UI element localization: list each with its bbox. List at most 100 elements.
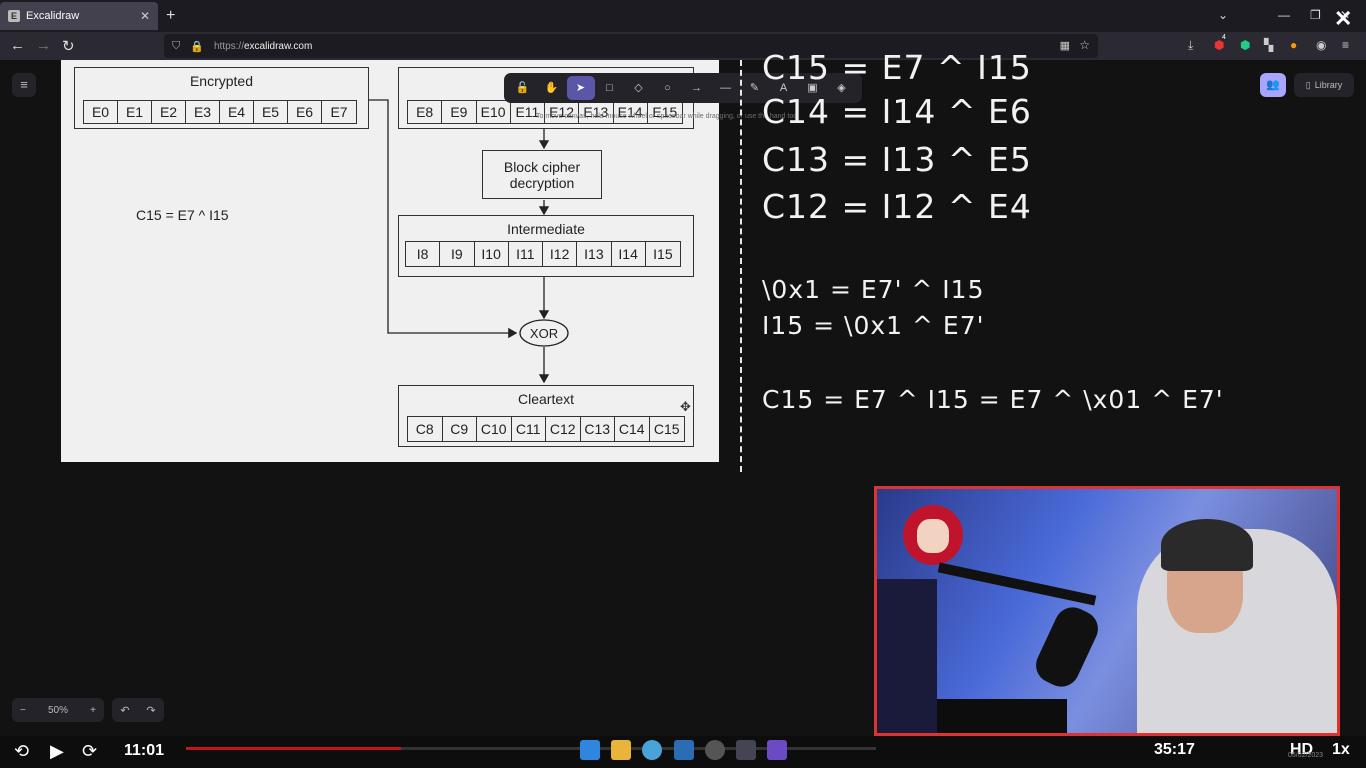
diagram-cell: C11 [512, 417, 546, 441]
close-player-icon[interactable]: ✕ [1334, 6, 1352, 32]
extension-badge: 4 [1222, 34, 1226, 41]
url-text: https://excalidraw.com [213, 40, 313, 52]
zoom-in-button[interactable]: + [90, 705, 96, 716]
move-cursor-icon: ✥ [680, 399, 691, 414]
excalidraw-canvas[interactable]: Encrypted E0 E1 E2 E3 E4 E5 E6 E7 E8 E9 E10 E11 E12… [0, 48, 1366, 736]
diagram-cell: I13 [577, 242, 612, 266]
encrypted-block-1: Encrypted E0 E1 E2 E3 E4 E5 E6 E7 [74, 67, 369, 129]
diagram-cell: E8 [408, 101, 443, 123]
app-taskbar-icon[interactable] [705, 740, 725, 760]
hand-icon[interactable]: ✋ [538, 76, 566, 100]
diagram-cell: E5 [254, 101, 288, 123]
play-button[interactable]: ▶ [50, 741, 64, 762]
intermediate-block: Intermediate I8 I9 I10 I11 I12 I13 I14 I15 [398, 215, 694, 277]
rectangle-icon[interactable]: □ [596, 76, 624, 100]
diagram-cell: C14 [615, 417, 650, 441]
encrypted-cells-row-2: E8 E9 E10 E11 E12 E13 E14 E15 [407, 100, 683, 124]
excalidraw-favicon-icon: E [8, 10, 20, 22]
equation-line-1[interactable]: C15 = E7 ^ I15 [762, 48, 1032, 87]
intermediate-cells-row: I8 I9 I10 I11 I12 I13 I14 I15 [405, 241, 681, 267]
diagram-cell: E7 [330, 104, 348, 120]
lock-icon[interactable]: 🔓 [509, 76, 537, 100]
equation-line-2[interactable]: C14 = I14 ^ E6 [762, 92, 1032, 131]
encrypted-label: Encrypted [189, 73, 254, 89]
streamer-logo-icon [903, 505, 963, 565]
rewind-10-button[interactable]: ⟲ [14, 741, 29, 762]
equation-line-4[interactable]: C12 = I12 ^ E4 [762, 187, 1032, 226]
undo-redo-controls: ↶ ↷ [112, 698, 164, 722]
collaborate-button[interactable]: 👥 [1260, 73, 1286, 97]
library-button[interactable]: ▯ Library [1294, 73, 1354, 97]
windows-start-icon[interactable] [580, 740, 600, 760]
obsidian-taskbar-icon[interactable] [767, 740, 787, 760]
diagram-cell: E1 [118, 101, 152, 123]
equation-line-7[interactable]: C15 = E7 ^ I15 = E7 ^ \x01 ^ E7' [762, 385, 1224, 414]
file-explorer-icon[interactable] [611, 740, 631, 760]
diamond-icon[interactable]: ◇ [625, 76, 653, 100]
diagram-cell: C15 [653, 421, 680, 437]
dashed-divider-line[interactable] [740, 60, 742, 472]
main-menu-button[interactable]: ≡ [12, 73, 36, 97]
forward-10-button[interactable]: ⟳ [82, 741, 97, 762]
ellipse-icon[interactable]: ○ [654, 76, 682, 100]
redo-button[interactable]: ↷ [146, 704, 155, 717]
downloads-icon[interactable]: ⤓ [1188, 38, 1193, 53]
cleartext-block: Cleartext C8 C9 C10 C11 C12 C13 C14 C15 [398, 385, 694, 447]
equation-line-5[interactable]: \0x1 = E7' ^ I15 [762, 275, 984, 304]
total-time: 35:17 [1154, 741, 1195, 758]
extension-icon[interactable]: ● [1290, 38, 1297, 52]
virtualbox-icon[interactable] [674, 740, 694, 760]
equation-line-3[interactable]: C13 = I13 ^ E5 [762, 140, 1032, 179]
restore-button[interactable]: ❐ [1310, 8, 1321, 22]
xor-label: XOR [529, 326, 559, 341]
account-icon[interactable]: ◉ [1316, 38, 1326, 52]
line-icon[interactable]: — [712, 76, 740, 100]
zoom-level[interactable]: 50% [48, 705, 68, 716]
forward-button[interactable]: → [36, 37, 51, 54]
webcam-monitor [877, 579, 937, 733]
diagram-cell: E3 [186, 101, 220, 123]
menu-icon[interactable]: ≡ [1342, 38, 1349, 52]
selection-icon[interactable]: ➤ [566, 76, 595, 100]
canvas-hint: To move canvas, hold mouse wheel or spac… [536, 113, 799, 120]
tab-title: Excalidraw [26, 10, 80, 22]
diagram-cell: E2 [152, 101, 186, 123]
library-icon: ▯ [1305, 79, 1311, 90]
settings-taskbar-icon[interactable] [736, 740, 756, 760]
cbc-decryption-diagram[interactable]: Encrypted E0 E1 E2 E3 E4 E5 E6 E7 E8 E9 E10 E11 E12… [61, 60, 719, 462]
zoom-out-button[interactable]: − [20, 705, 26, 716]
qr-code-icon[interactable]: ▦ [1060, 39, 1070, 52]
zoom-controls: − 50% + [12, 698, 104, 722]
extensions-icon[interactable]: ▚ [1264, 38, 1273, 52]
browser-toolbar: ← → ↻ ⛉ 🔒 https://excalidraw.com ▦ ☆ ⤓ ⬢… [0, 32, 1366, 60]
system-date: 05/02/2023 [1288, 752, 1324, 759]
diagram-cell: E9 [442, 101, 477, 123]
reload-button[interactable]: ↻ [62, 37, 75, 55]
cleartext-cells-row: C8 C9 C10 C11 C12 C13 C14 C15 [407, 416, 685, 442]
bookmark-star-icon[interactable]: ☆ [1079, 38, 1090, 52]
diagram-cell: E4 [220, 101, 254, 123]
minimize-button[interactable]: — [1278, 8, 1290, 22]
tab-list-chevron-icon[interactable]: ⌄ [1218, 8, 1228, 22]
shield-icon[interactable]: ⛉ [172, 40, 180, 53]
arrow-icon[interactable]: → [683, 76, 711, 100]
undo-button[interactable]: ↶ [120, 704, 129, 717]
browser-taskbar-icon[interactable] [642, 740, 662, 760]
browser-tab[interactable]: E Excalidraw ✕ [0, 2, 158, 30]
diagram-cell: C12 [546, 417, 581, 441]
shield-extension-icon[interactable]: ⬢ [1240, 38, 1250, 52]
block-cipher-box: Block cipher decryption [482, 150, 602, 199]
diagram-cell: C8 [408, 417, 443, 441]
back-button[interactable]: ← [10, 37, 25, 54]
webcam-keyboard [937, 699, 1067, 733]
equation-line-6[interactable]: I15 = \0x1 ^ E7' [762, 311, 984, 340]
diagram-cell: E10 [477, 101, 511, 123]
speed-button[interactable]: 1x [1332, 741, 1350, 759]
block-cipher-label: Block cipher decryption [503, 159, 581, 191]
new-tab-button[interactable]: + [166, 7, 175, 25]
webcam-overlay [874, 486, 1340, 736]
lock-icon[interactable]: 🔒 [190, 40, 204, 53]
close-tab-icon[interactable]: ✕ [140, 9, 150, 23]
browser-tab-bar: E Excalidraw ✕ + ⌄ — ❐ ✕ [0, 0, 1366, 32]
diagram-cell: I12 [543, 242, 578, 266]
